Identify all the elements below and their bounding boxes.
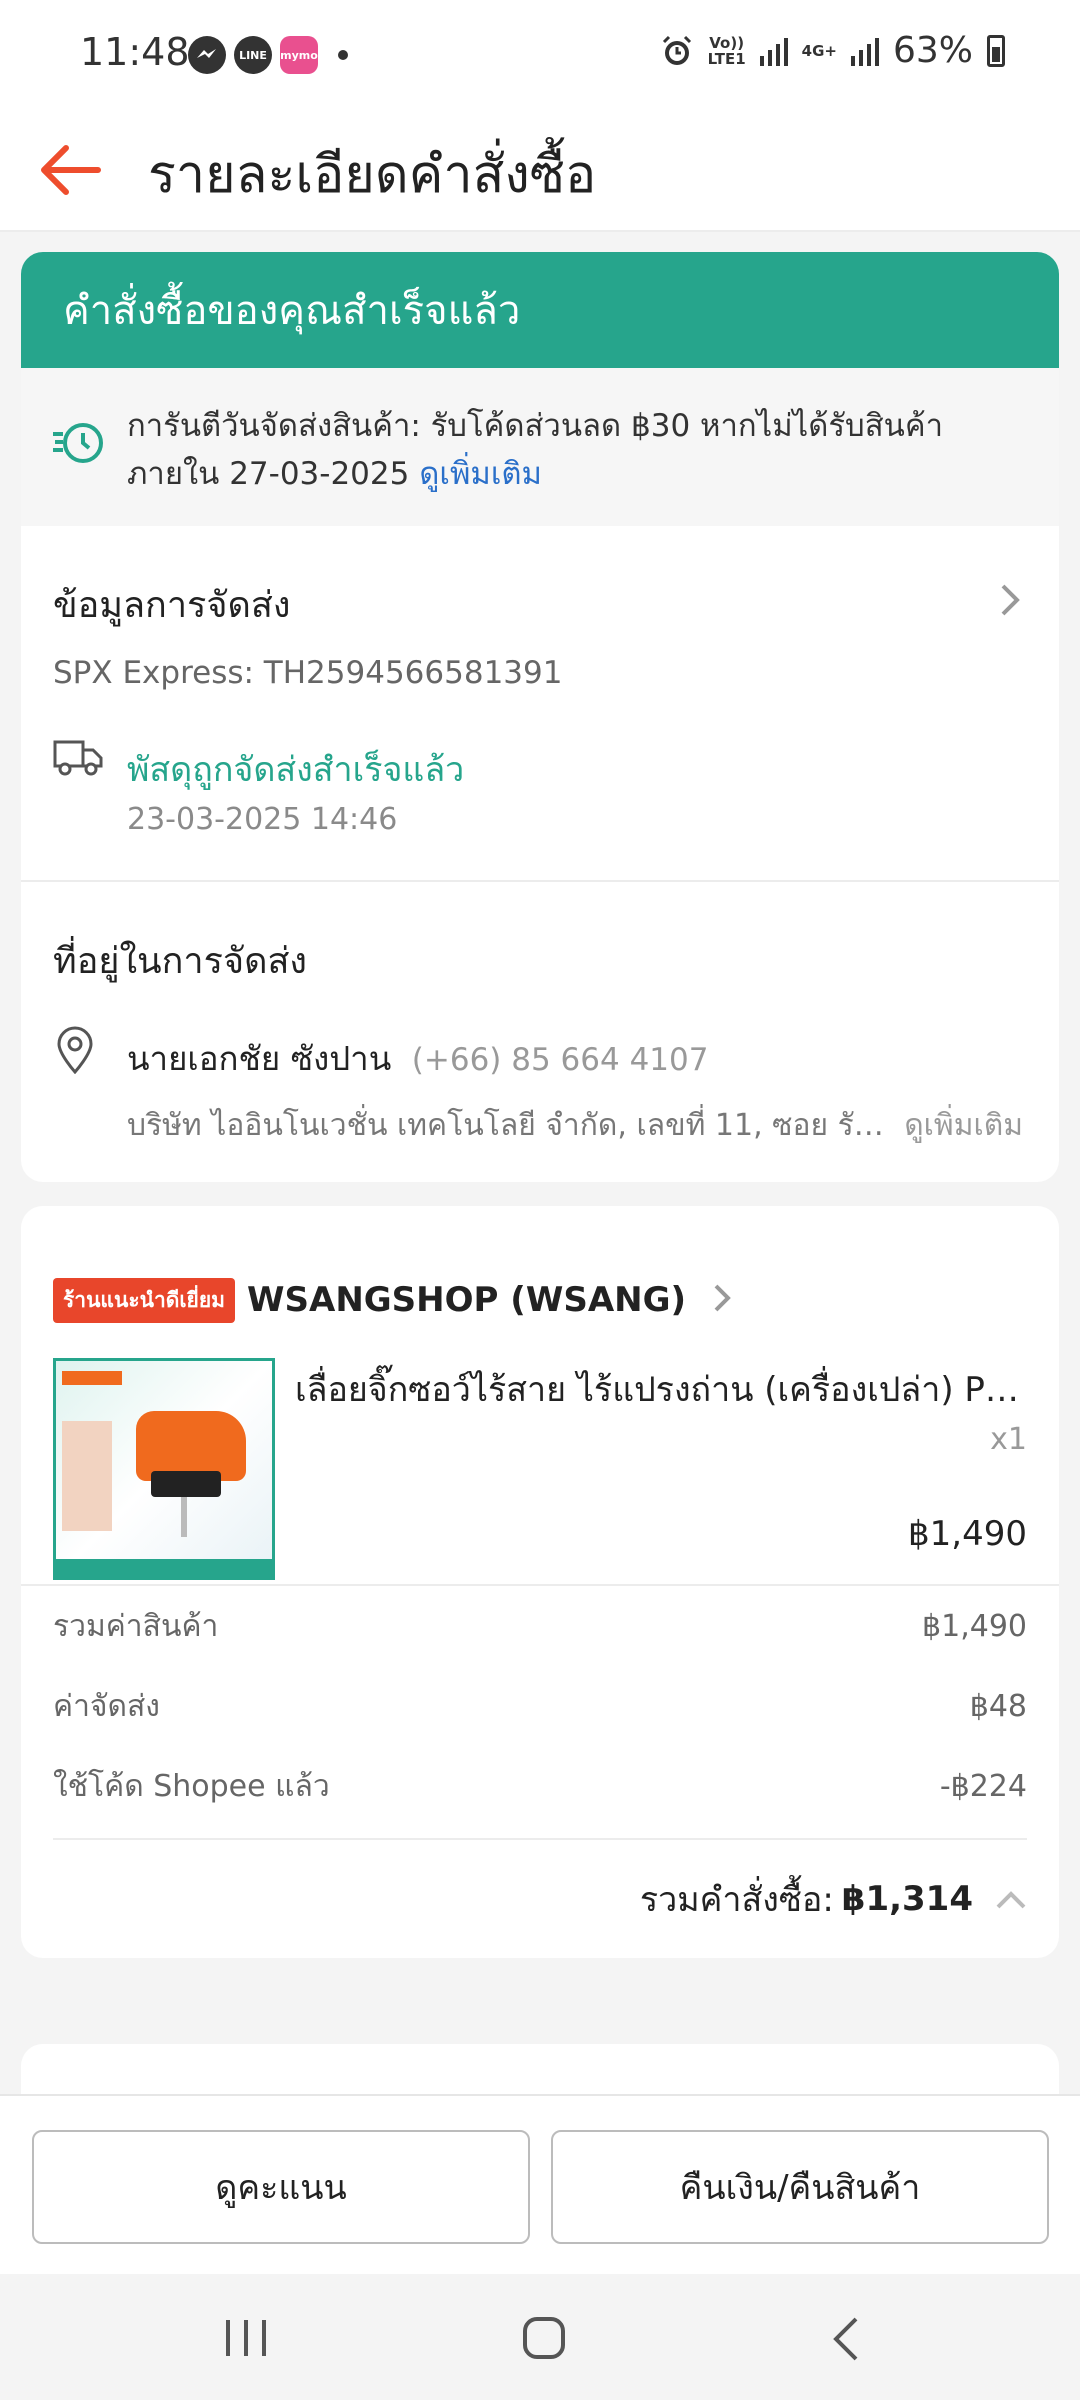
shipping-info[interactable]: ข้อมูลการจัดส่ง SPX Express: TH259456658… <box>21 526 1059 882</box>
system-nav-bar <box>0 2274 1080 2400</box>
address-title: ที่อยู่ในการจัดส่ง <box>53 941 308 982</box>
summary-row-subtotal: รวมค่าสินค้า ฿1,490 <box>21 1586 1059 1666</box>
volte-indicator: Vo)) LTE1 <box>707 33 746 68</box>
shipping-info-title: ข้อมูลการจัดส่ง <box>53 585 291 626</box>
recipient-name: นายเอกชัย ซังปาน <box>127 1039 392 1078</box>
mymo-icon: mymo <box>280 36 318 74</box>
chevron-up-icon[interactable] <box>995 1879 1027 1919</box>
address-line: บริษัท ไออินโนเวชั่น เทคโนโลยี จำกัด, เล… <box>127 1108 887 1143</box>
status-right: Vo)) LTE1 4G+ 63% <box>660 30 1005 71</box>
product-quantity: x1 <box>990 1422 1027 1457</box>
chevron-right-icon[interactable] <box>999 582 1023 622</box>
shipping-address: ที่อยู่ในการจัดส่ง นายเอกชัย ซังปาน (+66… <box>21 882 1059 1182</box>
preferred-shop-badge: ร้านแนะนำดีเยี่ยม <box>53 1277 236 1323</box>
recent-apps-icon[interactable] <box>224 2318 268 2362</box>
summary-value: ฿1,490 <box>922 1608 1027 1644</box>
refund-return-button[interactable]: คืนเงิน/คืนสินค้า <box>551 2130 1049 2244</box>
shipping-carrier: SPX Express: TH2594566581391 <box>53 655 563 691</box>
summary-value: -฿224 <box>939 1768 1027 1804</box>
page-title: รายละเอียดคำสั่งซื้อ <box>148 145 597 205</box>
product-name: เลื่อยจิ๊กซอว์ไร้สาย ไร้แปรงถ่าน (เครื่อ… <box>295 1370 1035 1410</box>
delivery-guarantee: การันตีวันจัดส่งสินค้า: รับโค้ดส่วนลด ฿3… <box>21 368 1059 526</box>
chevron-right-icon <box>712 1282 732 1318</box>
location-pin-icon <box>55 1026 95 1078</box>
summary-label: ค่าจัดส่ง <box>53 1688 160 1724</box>
line-icon: LINE <box>234 36 272 74</box>
recipient: นายเอกชัย ซังปาน (+66) 85 664 4107 <box>127 1032 708 1085</box>
summary-value: ฿48 <box>969 1688 1027 1724</box>
signal-icon <box>759 37 788 66</box>
battery-percent: 63% <box>892 30 973 71</box>
summary-label: ใช้โค้ด Shopee แล้ว <box>53 1768 330 1804</box>
order-success-banner: คำสั่งซื้อของคุณสำเร็จแล้ว <box>21 252 1059 368</box>
shop-header[interactable]: ร้านแนะนำดีเยี่ยม WSANGSHOP (WSANG) <box>21 1206 1059 1344</box>
status-time: 11:48 <box>80 30 190 74</box>
summary-row-voucher: ใช้โค้ด Shopee แล้ว -฿224 <box>21 1746 1059 1826</box>
shop-name: WSANGSHOP (WSANG) <box>247 1280 687 1320</box>
status-bar: 11:48 LINE mymo Vo)) LTE1 4G+ 63% <box>0 0 1080 110</box>
status-app-icons: LINE mymo <box>188 36 348 74</box>
nav-back-icon[interactable] <box>830 2316 860 2366</box>
total-label: รวมคำสั่งซื้อ: <box>639 1880 834 1920</box>
arrow-left-icon <box>41 145 101 195</box>
bottom-action-bar: ดูคะแนน คืนเงิน/คืนสินค้า <box>0 2094 1080 2274</box>
signal-icon <box>850 37 879 66</box>
shipping-time: 23-03-2025 14:46 <box>127 802 398 837</box>
network-indicator: 4G+ <box>801 41 837 60</box>
summary-row-shipping: ค่าจัดส่ง ฿48 <box>21 1666 1059 1746</box>
guarantee-more-link[interactable]: ดูเพิ่มเติม <box>419 456 542 492</box>
product-item[interactable]: เลื่อยจิ๊กซอว์ไร้สาย ไร้แปรงถ่าน (เครื่อ… <box>21 1344 1059 1586</box>
order-total[interactable]: รวมคำสั่งซื้อ: ฿1,314 <box>21 1840 1059 1958</box>
recipient-phone: (+66) 85 664 4107 <box>411 1042 709 1078</box>
home-icon[interactable] <box>522 2316 566 2364</box>
battery-icon <box>987 34 1005 67</box>
summary-label: รวมค่าสินค้า <box>53 1608 219 1644</box>
shipping-status: พัสดุถูกจัดส่งสำเร็จแล้ว <box>127 750 465 790</box>
view-rating-button[interactable]: ดูคะแนน <box>32 2130 530 2244</box>
truck-icon <box>53 738 103 780</box>
messenger-icon <box>188 36 226 74</box>
total-value: ฿1,314 <box>841 1879 973 1919</box>
product-thumbnail[interactable] <box>53 1358 275 1580</box>
fast-delivery-clock-icon <box>51 420 107 480</box>
back-button[interactable] <box>30 130 110 210</box>
address-more-link[interactable]: ดูเพิ่มเติม <box>904 1102 1023 1149</box>
alarm-icon <box>662 35 691 65</box>
product-price: ฿1,490 <box>908 1514 1027 1554</box>
order-status-card: คำสั่งซื้อของคุณสำเร็จแล้ว การันตีวันจัด… <box>21 252 1059 1182</box>
notification-dot-icon <box>338 50 348 60</box>
order-items-card: ร้านแนะนำดีเยี่ยม WSANGSHOP (WSANG) เลื่… <box>21 1206 1059 1958</box>
app-bar: รายละเอียดคำสั่งซื้อ <box>0 110 1080 232</box>
